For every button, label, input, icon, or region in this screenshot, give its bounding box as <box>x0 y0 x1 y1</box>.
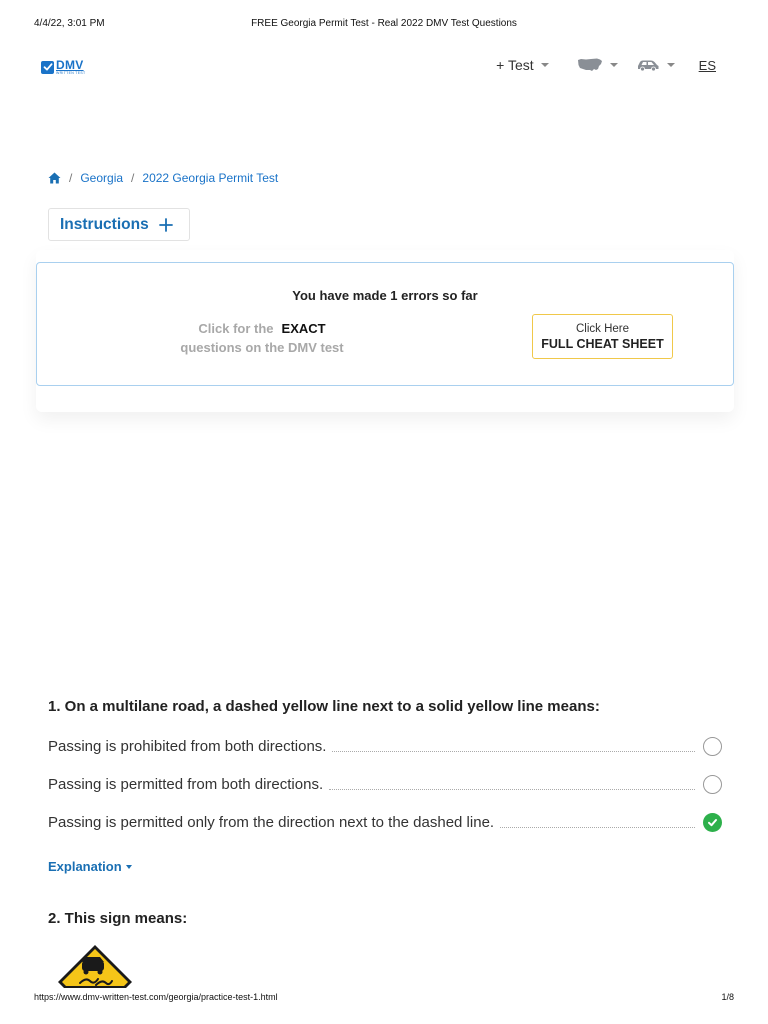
checkmark-logo-icon <box>41 60 54 74</box>
car-icon <box>637 60 659 72</box>
dotted-leader <box>332 750 695 752</box>
cheat-sheet-promo: Click for the EXACT questions on the DMV … <box>173 319 351 357</box>
answer-option[interactable]: Passing is permitted from both direction… <box>48 773 722 795</box>
answer-option[interactable]: Passing is prohibited from both directio… <box>48 735 722 757</box>
promo-emphasis: EXACT <box>281 321 326 336</box>
logo-subtext: WRITTEN TEST <box>56 70 86 75</box>
language-link[interactable]: ES <box>699 58 716 73</box>
answer-text: Passing is permitted from both direction… <box>48 775 324 793</box>
breadcrumb-separator: / <box>131 171 135 185</box>
dotted-leader <box>500 826 695 828</box>
radio-icon[interactable] <box>703 736 722 756</box>
usa-map-icon <box>577 58 602 71</box>
logo-text: DMV <box>56 57 84 72</box>
home-icon[interactable] <box>48 172 61 184</box>
chevron-down-icon <box>666 63 675 67</box>
vehicle-menu[interactable] <box>636 58 675 72</box>
cheat-button-main-label: FULL CHEAT SHEET <box>541 336 664 351</box>
print-title: FREE Georgia Permit Test - Real 2022 DMV… <box>251 18 517 29</box>
promo-line-2: questions on the DMV test <box>180 340 344 355</box>
chevron-down-icon <box>125 864 132 869</box>
print-url: https://www.dmv-written-test.com/georgia… <box>34 992 278 1002</box>
cheat-button-top-label: Click Here <box>575 322 630 335</box>
slippery-when-wet-sign-icon <box>58 945 132 988</box>
instructions-label: Instructions <box>60 215 149 233</box>
print-header: 4/4/22, 3:01 PM FREE Georgia Permit Test… <box>0 18 768 32</box>
breadcrumb-permit-test[interactable]: 2022 Georgia Permit Test <box>142 171 278 185</box>
explanation-toggle[interactable]: Explanation <box>48 859 132 874</box>
print-footer: https://www.dmv-written-test.com/georgia… <box>0 992 768 1006</box>
question-2-title: 2. This sign means: <box>48 910 188 927</box>
dotted-leader <box>329 788 695 790</box>
question-1-title: 1. On a multilane road, a dashed yellow … <box>48 698 600 715</box>
answer-text: Passing is prohibited from both directio… <box>48 737 327 755</box>
errors-count-text: You have made 1 errors so far <box>292 288 478 303</box>
breadcrumb: / Georgia / 2022 Georgia Permit Test <box>48 171 278 185</box>
radio-icon[interactable] <box>703 774 722 794</box>
print-page-number: 1/8 <box>721 992 734 1002</box>
checkmark-icon[interactable] <box>703 812 722 832</box>
errors-panel: You have made 1 errors so far Click for … <box>36 262 734 386</box>
test-menu[interactable]: + Test <box>496 57 549 73</box>
instructions-toggle[interactable]: Instructions <box>48 208 190 241</box>
chevron-down-icon <box>609 63 618 67</box>
test-menu-label: + Test <box>496 57 534 73</box>
answer-text: Passing is permitted only from the direc… <box>48 813 495 831</box>
site-logo[interactable]: DMV WRITTEN TEST <box>41 59 85 75</box>
answer-option-correct[interactable]: Passing is permitted only from the direc… <box>48 811 722 833</box>
promo-line-1: Click for the <box>198 321 274 336</box>
full-cheat-sheet-button[interactable]: Click Here FULL CHEAT SHEET <box>532 314 673 359</box>
top-nav: + Test ES <box>496 56 716 74</box>
chevron-down-icon <box>540 63 549 67</box>
state-menu[interactable] <box>577 57 618 73</box>
explanation-label: Explanation <box>48 859 122 874</box>
plus-icon <box>158 217 173 232</box>
breadcrumb-separator: / <box>69 171 73 185</box>
breadcrumb-georgia[interactable]: Georgia <box>80 171 123 185</box>
